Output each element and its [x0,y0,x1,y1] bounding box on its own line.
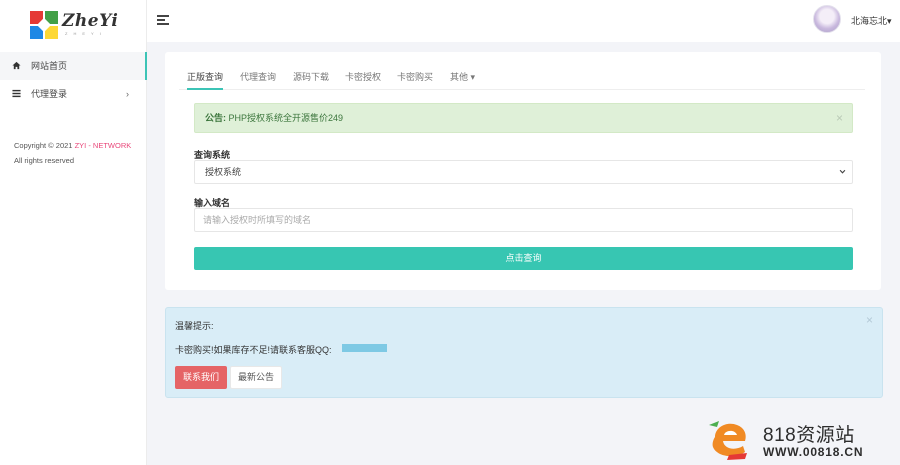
qq-number-redacted [342,344,387,352]
copyright-suffix: All rights reserved [14,156,75,165]
tab-other[interactable]: 其他 ▾ [450,66,475,90]
copyright-link[interactable]: ZYI - NETWORK [75,141,132,150]
avatar[interactable] [813,5,841,33]
query-card: 正版查询 代理查询 源码下载 卡密授权 卡密购买 其他 ▾ 公告: PHP授权系… [165,52,881,290]
menu-toggle-icon[interactable] [157,15,169,25]
brand-logo[interactable]: ZheYi ZHEYI [30,10,120,40]
system-select[interactable]: 授权系统 [194,160,853,184]
tab-label: 其他 [450,72,469,82]
tab-card-buy[interactable]: 卡密购买 [397,66,433,90]
sidebar-item-label: 代理登录 [31,89,68,99]
announcement-alert: 公告: PHP授权系统全开源售价249 × [194,103,853,133]
announcement-label: 公告: [205,113,226,123]
contact-us-button[interactable]: 联系我们 [175,366,227,389]
logo-subtext: ZHEYI [65,31,107,36]
top-header: 北海忘北▾ [147,0,900,42]
tab-source-download[interactable]: 源码下载 [293,66,329,90]
copyright: Copyright © 2021 ZYI - NETWORK All right… [14,138,134,168]
sidebar: ZheYi ZHEYI 网站首页 代理登录 › Copyright © 2021… [0,0,147,465]
sidebar-item-home[interactable]: 网站首页 [0,52,147,80]
sidebar-item-agent-login[interactable]: 代理登录 › [0,80,147,108]
tab-label: 代理查询 [240,72,277,82]
caret-down-icon: ▾ [887,16,892,26]
username: 北海忘北 [851,16,888,26]
tips-alert: 温馨提示: × 卡密购买!如果库存不足!请联系客服QQ: 联系我们 最新公告 [165,307,883,398]
caret-down-icon: ▾ [470,72,476,82]
query-button[interactable]: 点击查询 [194,247,853,270]
tab-label: 卡密购买 [397,72,434,82]
home-icon [12,52,21,80]
tab-label: 源码下载 [293,72,330,82]
announcement-text: PHP授权系统全开源售价249 [228,113,344,123]
sidebar-nav: 网站首页 代理登录 › [0,52,147,108]
tab-bar: 正版查询 代理查询 源码下载 卡密授权 卡密购买 其他 ▾ [179,66,865,90]
tips-text: 卡密购买!如果库存不足!请联系客服QQ: [175,345,332,355]
copyright-prefix: Copyright © 2021 [14,141,73,150]
user-menu[interactable]: 北海忘北▾ [851,14,892,27]
watermark-url: WWW.00818.CN [763,445,864,459]
chevron-right-icon: › [126,89,129,99]
logo-text: ZheYi [62,11,119,31]
tab-label: 卡密授权 [345,72,382,82]
watermark-name: 818资源站 [763,425,855,446]
chevron-down-icon [839,161,846,183]
watermark-logo-icon [705,419,753,461]
close-icon[interactable]: × [866,313,873,327]
tab-label: 正版查询 [187,72,224,82]
domain-input[interactable]: 请输入授权时所填写的域名 [194,208,853,232]
tab-card-auth[interactable]: 卡密授权 [345,66,381,90]
list-icon [12,80,21,108]
watermark: 818资源站 WWW.00818.CN [705,415,895,463]
tips-title: 温馨提示: [175,321,214,331]
latest-notice-button[interactable]: 最新公告 [230,366,282,389]
sidebar-item-label: 网站首页 [31,61,68,71]
tab-agent-query[interactable]: 代理查询 [240,66,276,90]
logo-mark-icon [30,11,58,39]
tab-genuine-query[interactable]: 正版查询 [187,66,224,90]
close-icon[interactable]: × [836,104,843,132]
system-select-value: 授权系统 [205,167,242,177]
